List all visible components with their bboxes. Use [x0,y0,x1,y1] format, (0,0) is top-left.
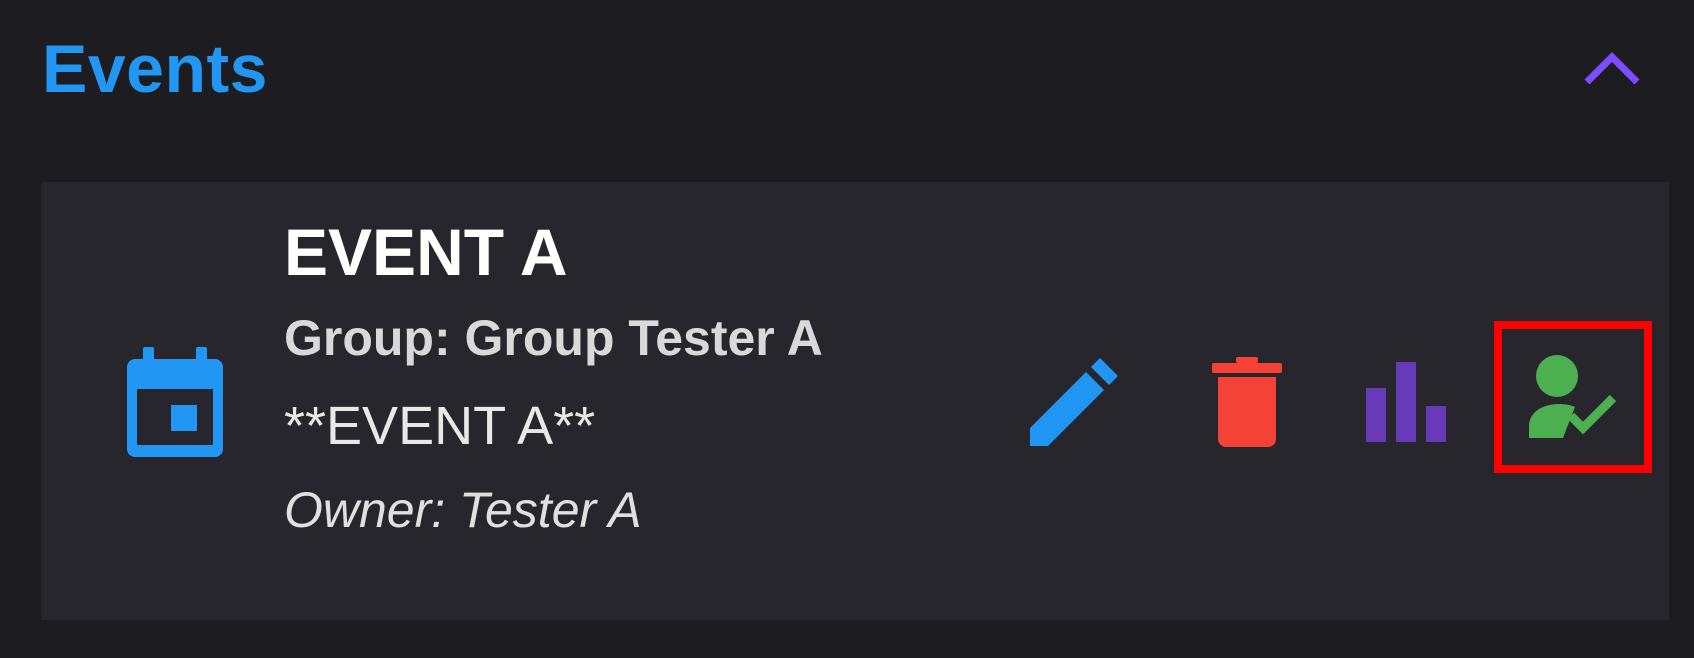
calendar-icon [127,347,223,457]
event-group: Group: Group Tester A [284,310,823,366]
event-card[interactable]: EVENT A Group: Group Tester A **EVENT A*… [41,182,1669,620]
delete-event-button[interactable] [1192,347,1302,457]
collapse-button[interactable] [1572,38,1652,98]
event-description: **EVENT A** [284,396,596,456]
event-stats-button[interactable] [1351,347,1461,457]
attendance-button[interactable] [1494,321,1652,473]
edit-event-button[interactable] [1019,347,1129,457]
event-details: EVENT A Group: Group Tester A **EVENT A*… [284,212,823,542]
event-name: EVENT A [284,215,568,289]
event-owner: Owner: Tester A [284,482,642,538]
event-type-indicator [127,347,223,457]
trash-icon [1212,357,1282,447]
pencil-icon [1030,358,1118,446]
section-title: Events [42,31,268,107]
chevron-up-icon [1584,52,1640,85]
person-check-icon [1529,355,1617,438]
bar-chart-icon [1366,362,1446,442]
